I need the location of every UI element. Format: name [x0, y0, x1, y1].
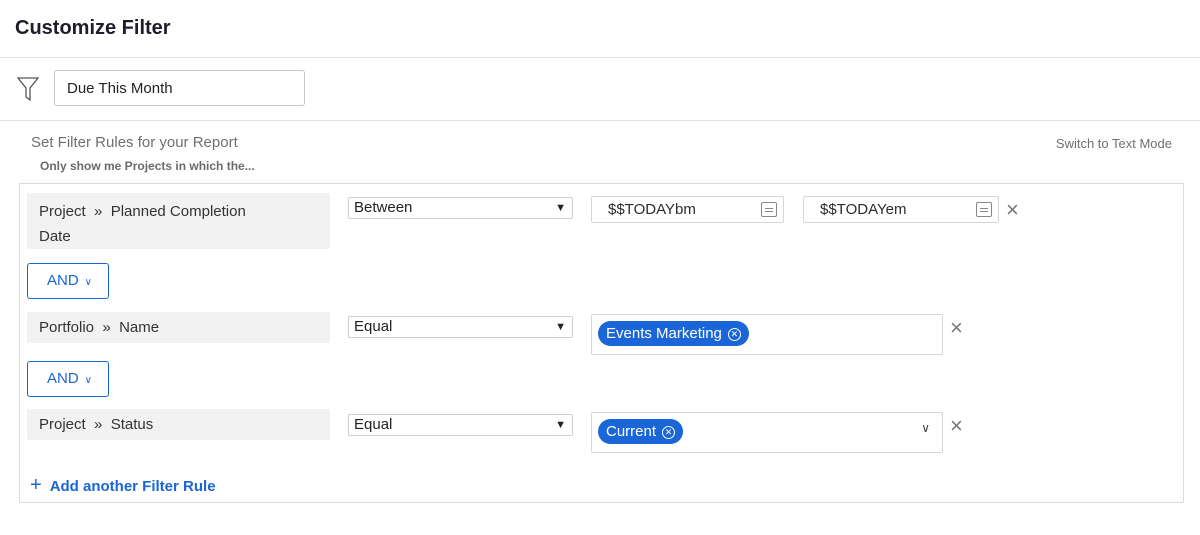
tag-label: Events Marketing [606, 325, 722, 342]
rule-field[interactable]: Project » Status [27, 409, 330, 440]
remove-tag-icon[interactable]: ✕ [662, 426, 676, 439]
chevron-down-icon: ▼ [555, 202, 566, 214]
operator-value: Equal [354, 318, 393, 335]
add-filter-rule-link[interactable]: + Add another Filter Rule [30, 474, 216, 497]
field-object: Project [39, 203, 86, 220]
field-name: Name [119, 319, 160, 336]
add-rule-label: Add another Filter Rule [49, 478, 216, 495]
field-object: Portfolio [39, 319, 95, 336]
remove-rule-icon[interactable]: × [1006, 199, 1019, 221]
operator-select[interactable]: Between ▼ [348, 197, 573, 219]
calendar-icon[interactable] [761, 202, 777, 217]
rule-field[interactable]: Portfolio » Name [27, 312, 330, 343]
chevron-down-icon: ▼ [555, 419, 566, 431]
switch-to-text-mode-link[interactable]: Switch to Text Mode [1056, 136, 1172, 151]
value-tag: Current ✕ [598, 419, 684, 444]
start-date-input[interactable]: $$TODAYbm [591, 196, 784, 223]
page-title: Customize Filter [15, 17, 171, 39]
field-name: Status [110, 416, 154, 433]
tag-label: Current [606, 423, 657, 440]
operator-value: Equal [354, 416, 393, 433]
field-name-cont: Date [39, 228, 71, 245]
connector-label: AND [47, 370, 79, 387]
date-value: $$TODAYem [820, 201, 907, 218]
divider [0, 120, 1200, 121]
field-object: Project [39, 416, 86, 433]
chevron-down-icon: ▼ [555, 321, 566, 333]
separator-icon: » [94, 416, 103, 433]
connector-label: AND [47, 272, 79, 289]
operator-value: Between [354, 199, 413, 216]
value-tag-input[interactable]: Current ✕ ∨ [591, 412, 943, 453]
remove-rule-icon[interactable]: × [950, 415, 963, 437]
and-connector-button[interactable]: AND ∨ [27, 361, 109, 397]
value-tag: Events Marketing ✕ [598, 321, 749, 346]
separator-icon: » [102, 319, 111, 336]
date-value: $$TODAYbm [608, 201, 696, 218]
separator-icon: » [94, 203, 103, 220]
operator-select[interactable]: Equal ▼ [348, 414, 573, 436]
chevron-down-icon: ∨ [84, 277, 92, 288]
calendar-icon[interactable] [976, 202, 992, 217]
operator-select[interactable]: Equal ▼ [348, 316, 573, 338]
filter-name-input[interactable] [54, 70, 305, 106]
chevron-down-icon[interactable]: ∨ [921, 421, 930, 435]
plus-icon: + [30, 474, 42, 496]
and-connector-button[interactable]: AND ∨ [27, 263, 109, 299]
remove-tag-icon[interactable]: ✕ [727, 328, 741, 341]
chevron-down-icon: ∨ [84, 375, 92, 386]
value-tag-input[interactable]: Events Marketing ✕ [591, 314, 943, 355]
field-name: Planned Completion [110, 203, 246, 220]
divider [0, 57, 1200, 58]
rule-field[interactable]: Project » Planned Completion Date [27, 193, 330, 249]
rules-heading: Set Filter Rules for your Report [31, 134, 238, 151]
rules-subheading: Only show me Projects in which the... [40, 159, 255, 173]
filter-icon [17, 77, 39, 102]
end-date-input[interactable]: $$TODAYem [803, 196, 999, 223]
remove-rule-icon[interactable]: × [950, 317, 963, 339]
